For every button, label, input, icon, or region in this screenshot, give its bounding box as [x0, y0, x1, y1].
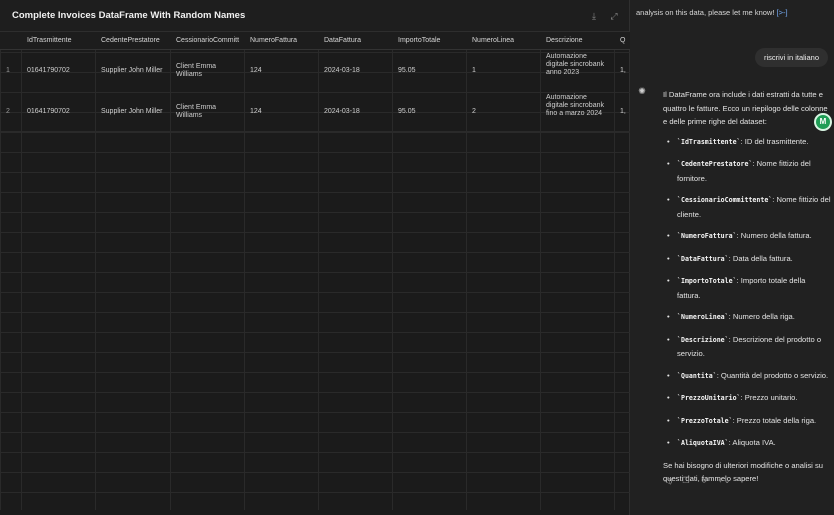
- column-header[interactable]: CessionarioCommitt: [170, 32, 244, 50]
- table-cell[interactable]: 1,: [614, 91, 630, 132]
- list-item: `NumeroLinea`: Numero della riga.: [665, 310, 831, 325]
- inline-code: `Quantita`: [677, 371, 717, 380]
- table-cell[interactable]: Client Emma Williams: [170, 50, 244, 91]
- list-item-text: : Data della fattura.: [728, 253, 793, 263]
- column-header[interactable]: Descrizione: [540, 32, 614, 50]
- list-item: `PrezzoUnitario`: Prezzo unitario.: [665, 391, 831, 406]
- expand-icon[interactable]: ⤢: [609, 11, 619, 21]
- list-item: `Descrizione`: Descrizione del prodotto …: [665, 333, 831, 361]
- download-icon[interactable]: ⤓: [589, 11, 599, 21]
- table-cell[interactable]: 01641790702: [21, 91, 95, 132]
- list-item-text: : ID del trasmittente.: [740, 136, 809, 146]
- inline-code: `DataFattura`: [677, 254, 729, 263]
- column-header[interactable]: IdTrasmittente: [21, 32, 95, 50]
- table-cell[interactable]: 01641790702: [21, 50, 95, 91]
- table-cell[interactable]: 2: [466, 91, 540, 132]
- copy-icon[interactable]: ❐: [681, 476, 691, 486]
- list-item: `Quantita`: Quantità del prodotto o serv…: [665, 369, 831, 384]
- table-cell[interactable]: 2024-03-18: [318, 50, 392, 91]
- column-header[interactable]: Q: [614, 32, 630, 50]
- reply-intro: Il DataFrame ora include i dati estratti…: [663, 90, 828, 126]
- inline-code: `NumeroLinea`: [677, 313, 729, 321]
- table-cell[interactable]: 95.05: [392, 91, 466, 132]
- list-item-text: : Prezzo totale della riga.: [732, 415, 817, 425]
- previous-message-text: analysis on this data, please let me kno…: [636, 8, 775, 17]
- dataframe-grid: IdTrasmittente CedentePrestatore Cession…: [0, 32, 630, 510]
- inline-code: `ImportoTotale`: [677, 277, 737, 285]
- table-cell[interactable]: Automazione digitale sincrobank anno 202…: [540, 50, 614, 91]
- message-actions: ◁) ❐ ↻ ✧⌄: [663, 476, 731, 486]
- dataframe-title: Complete Invoices DataFrame With Random …: [12, 10, 246, 21]
- column-header[interactable]: DataFattura: [318, 32, 392, 50]
- citation-link[interactable]: [>-]: [777, 8, 788, 17]
- dataframe-header: Complete Invoices DataFrame With Random …: [0, 0, 629, 32]
- row-index: 1: [6, 66, 10, 74]
- regenerate-icon[interactable]: ↻: [699, 476, 709, 486]
- table-cell[interactable]: Supplier John Miller: [95, 91, 170, 132]
- column-header[interactable]: NumeroLinea: [466, 32, 540, 50]
- list-item: `NumeroFattura`: Numero della fattura.: [665, 229, 831, 244]
- assistant-logo-icon: ✺: [638, 86, 646, 96]
- speaker-icon[interactable]: ◁): [663, 476, 673, 486]
- assistant-reply: Il DataFrame ora include i dati estratti…: [663, 88, 831, 492]
- table-row[interactable]: 1 01641790702 Supplier John Miller Clien…: [0, 50, 630, 91]
- inline-code: `PrezzoTotale`: [677, 416, 733, 425]
- table-cell[interactable]: 1,: [614, 50, 630, 91]
- list-item: `CessionarioCommittente`: Nome fittizio …: [665, 193, 831, 221]
- inline-code: `CedentePrestatore`: [677, 160, 753, 168]
- table-cell[interactable]: 124: [244, 91, 318, 132]
- dataframe-tools: ⤓ ⤢: [589, 11, 619, 21]
- list-item-text: : Prezzo unitario.: [740, 393, 798, 402]
- list-item-text: : Aliquota IVA.: [728, 438, 776, 447]
- user-message: riscrivi in italiano: [754, 48, 828, 67]
- inline-code: `Descrizione`: [677, 335, 729, 344]
- list-item: `IdTrasmittente`: ID del trasmittente.: [665, 135, 831, 150]
- table-cell[interactable]: 2024-03-18: [318, 91, 392, 132]
- list-item-text: : Numero della fattura.: [736, 231, 812, 240]
- list-item: `DataFattura`: Data della fattura.: [665, 252, 831, 267]
- list-item-text: : Numero della riga.: [728, 312, 795, 321]
- column-header[interactable]: NumeroFattura: [244, 32, 318, 50]
- inline-code: `IdTrasmittente`: [677, 137, 741, 146]
- inline-code: `CessionarioCommittente`: [677, 196, 773, 204]
- chat-panel: analysis on this data, please let me kno…: [631, 0, 834, 515]
- column-list: `IdTrasmittente`: ID del trasmittente. `…: [663, 135, 831, 451]
- inline-code: `NumeroFattura`: [677, 232, 737, 240]
- table-cell[interactable]: 124: [244, 50, 318, 91]
- row-index: 2: [6, 107, 10, 115]
- inline-code: `PrezzoUnitario`: [677, 394, 741, 402]
- column-header[interactable]: ImportoTotale: [392, 32, 466, 50]
- list-item: `ImportoTotale`: Importo totale della fa…: [665, 274, 831, 302]
- table-row[interactable]: 2 01641790702 Supplier John Miller Clien…: [0, 91, 630, 132]
- list-item-text: : Quantità del prodotto o servizio.: [716, 370, 829, 380]
- list-item: `CedentePrestatore`: Nome fittizio del f…: [665, 157, 831, 185]
- table-cell[interactable]: 95.05: [392, 50, 466, 91]
- list-item: `AliquotaIVA`: Aliquota IVA.: [665, 436, 831, 451]
- previous-message-tail: analysis on this data, please let me kno…: [636, 8, 788, 17]
- model-switch-icon[interactable]: ✧⌄: [717, 476, 730, 486]
- list-item: `PrezzoTotale`: Prezzo totale della riga…: [665, 414, 831, 429]
- table-cell[interactable]: Supplier John Miller: [95, 50, 170, 91]
- column-header[interactable]: CedentePrestatore: [95, 32, 170, 50]
- dataframe-panel: Complete Invoices DataFrame With Random …: [0, 0, 630, 515]
- table-cell[interactable]: Client Emma Williams: [170, 91, 244, 132]
- table-cell[interactable]: 1: [466, 50, 540, 91]
- inline-code: `AliquotaIVA`: [677, 439, 729, 447]
- table-header: IdTrasmittente CedentePrestatore Cession…: [0, 32, 630, 50]
- table-cell[interactable]: Automazione digitale sincrobank fino a m…: [540, 91, 614, 132]
